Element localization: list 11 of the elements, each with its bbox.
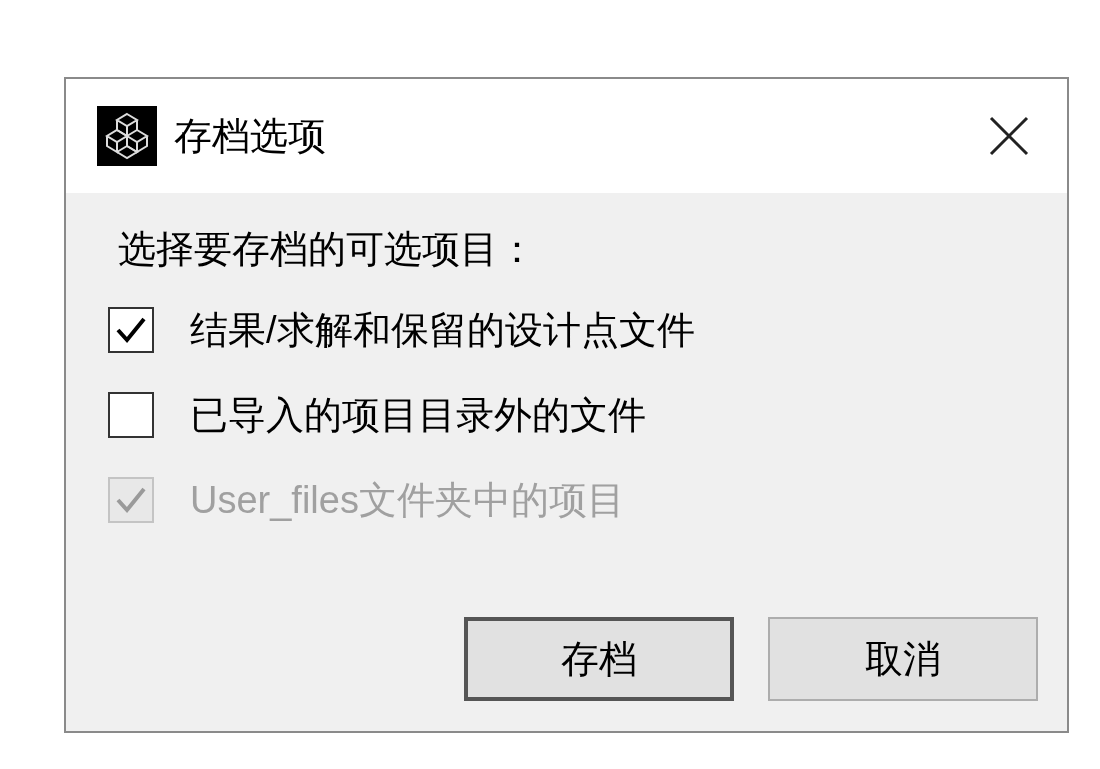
checkbox[interactable] bbox=[108, 307, 154, 353]
prompt-label: 选择要存档的可选项目： bbox=[118, 227, 537, 272]
dialog-button[interactable]: 存档 bbox=[464, 617, 734, 701]
window-title: 存档选项 bbox=[174, 113, 326, 159]
dialog-button[interactable]: 取消 bbox=[768, 617, 1038, 701]
checkbox-label: 已导入的项目目录外的文件 bbox=[190, 392, 646, 438]
close-icon[interactable] bbox=[989, 116, 1029, 156]
app-logo-icon bbox=[97, 106, 157, 166]
checkbox-label: User_files文件夹中的项目 bbox=[190, 477, 625, 523]
checkbox-label: 结果/求解和保留的设计点文件 bbox=[190, 307, 695, 353]
checkbox[interactable] bbox=[108, 392, 154, 438]
